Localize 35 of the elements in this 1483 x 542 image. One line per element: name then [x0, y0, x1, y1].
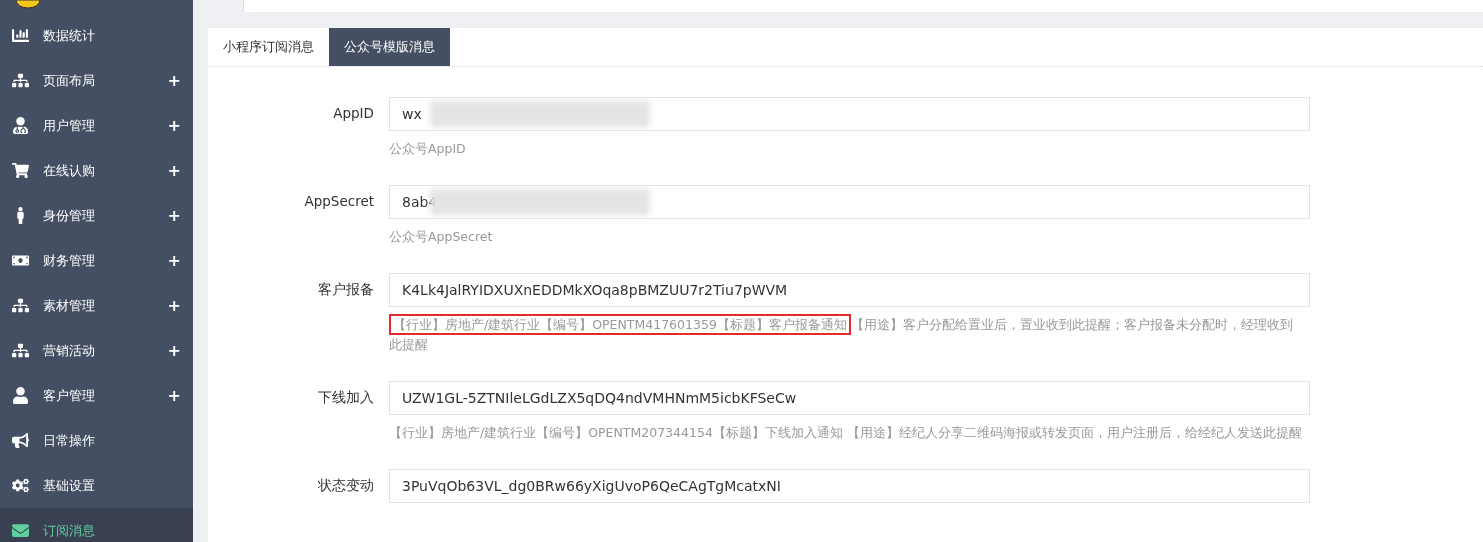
sidebar-item[interactable]: 基础设置 — [0, 463, 193, 508]
field-label: 客户报备 — [317, 280, 374, 299]
field-label: 下线加入 — [317, 388, 374, 407]
sidebar-item[interactable]: 营销活动 + — [0, 328, 193, 373]
input-field[interactable]: 3PuVqOb63VL_dg0BRw66yXigUvoP6QeCAgTgMcatxNI — [389, 469, 1310, 503]
sidebar-item[interactable]: 身份管理 + — [0, 193, 193, 238]
expand-mark: + — [167, 207, 181, 224]
field-hint: 公众号AppID — [389, 140, 467, 158]
expand-mark: + — [167, 117, 181, 134]
sidebar-item[interactable]: 客户管理 + — [0, 373, 193, 418]
sidebar-item[interactable]: 页面布局 + — [0, 58, 193, 103]
sidebar-item[interactable]: 数据统计 — [0, 13, 193, 58]
expand-mark: + — [167, 72, 181, 89]
tab[interactable]: 公众号模版消息 — [329, 28, 450, 66]
field-label: 状态变动 — [317, 476, 374, 495]
input-field[interactable]: wx — [389, 97, 1310, 131]
input-field[interactable]: K4Lk4JalRYIDXUXnEDDMkXOqa8pBMZUU7r2Tiu7pWVM — [389, 273, 1310, 307]
field-hint: 【行业】房地产/建筑行业【编号】OPENTM417601359【标题】客户报备通知 【用途】客户分配给置业后，置业收到此提醒；客户报备未分配时，经理收到此提醒 — [389, 315, 1310, 355]
sidebar-item[interactable]: 订阅消息 — [0, 508, 193, 542]
sidebar-item[interactable]: 素材管理 + — [0, 283, 193, 328]
field-label: AppSecret — [303, 192, 374, 211]
expand-mark: + — [167, 342, 181, 359]
field-hint: 公众号AppSecret — [389, 228, 494, 246]
sidebar-item[interactable]: 日常操作 — [0, 418, 193, 463]
sidebar-item[interactable]: 财务管理 + — [0, 238, 193, 283]
expand-mark: + — [167, 252, 181, 269]
input-field[interactable]: 8ab4 — [389, 185, 1310, 219]
input-field[interactable]: UZW1GL-5ZTNIleLGdLZX5qDQ4ndVMHNmM5icbKFSeCw — [389, 381, 1310, 415]
field-hint: 【行业】房地产/建筑行业【编号】OPENTM207344154【标题】下线加入通知 【用途】经纪人分享二维码海报或转发页面，用户注册后，给经纪人发送此提醒 — [389, 424, 1303, 442]
field-label: AppID — [332, 104, 374, 123]
expand-mark: + — [167, 297, 181, 314]
sidebar-item[interactable]: 用户管理 + — [0, 103, 193, 148]
expand-mark: + — [167, 162, 181, 179]
sidebar-item[interactable]: 在线认购 + — [0, 148, 193, 193]
expand-mark: + — [167, 387, 181, 404]
